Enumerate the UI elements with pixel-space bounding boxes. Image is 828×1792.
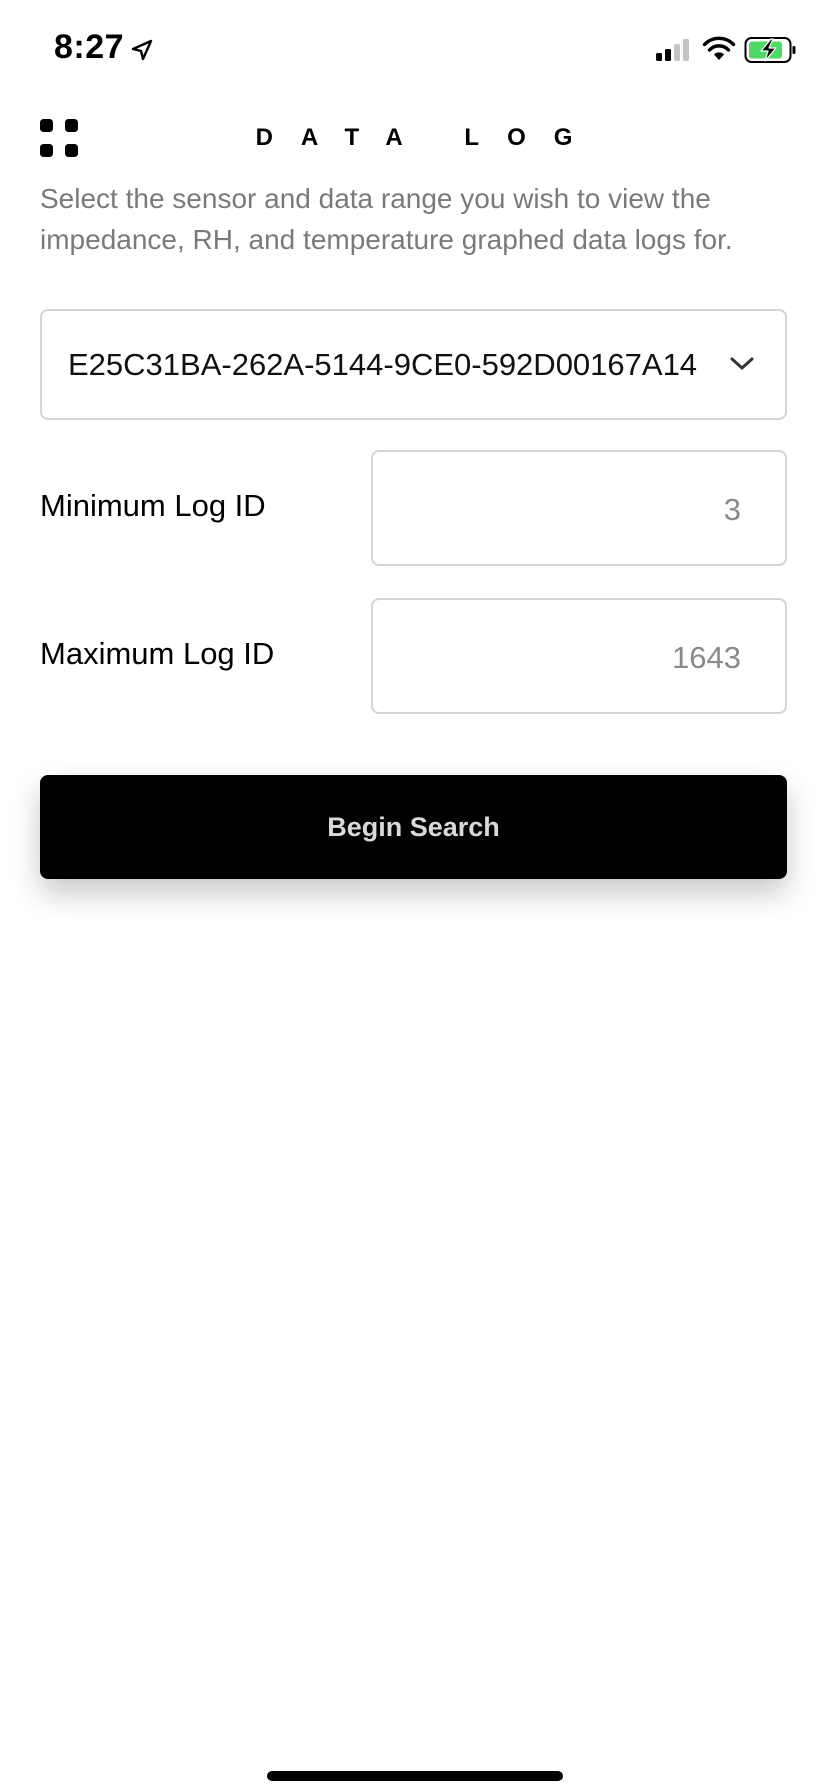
status-bar: 8:27 [0,0,828,100]
wifi-icon [702,36,736,60]
maximum-log-id-input[interactable]: 1643 [371,598,787,714]
minimum-log-id-input[interactable]: 3 [371,450,787,566]
home-indicator[interactable] [267,1771,563,1781]
location-arrow-icon [131,39,153,61]
begin-search-button[interactable]: Begin Search [40,775,787,879]
minimum-log-id-value: 3 [723,492,741,527]
page-title: DATA LOG [255,124,601,151]
status-time: 8:27 [54,28,125,66]
maximum-log-id-value: 1643 [672,640,741,675]
begin-search-label: Begin Search [327,811,500,842]
minimum-log-id-label: Minimum Log ID [40,488,266,523]
instructions-text: Select the sensor and data range you wis… [40,183,733,255]
maximum-log-id-label: Maximum Log ID [40,636,275,671]
sensor-select-value: E25C31BA-262A-5144-9CE0-592D00167A14 [68,347,698,382]
sensor-select[interactable]: E25C31BA-262A-5144-9CE0-592D00167A14 [40,309,787,420]
chevron-down-icon [730,357,754,370]
battery-charging-icon [744,37,796,63]
cellular-signal-icon [656,39,689,61]
